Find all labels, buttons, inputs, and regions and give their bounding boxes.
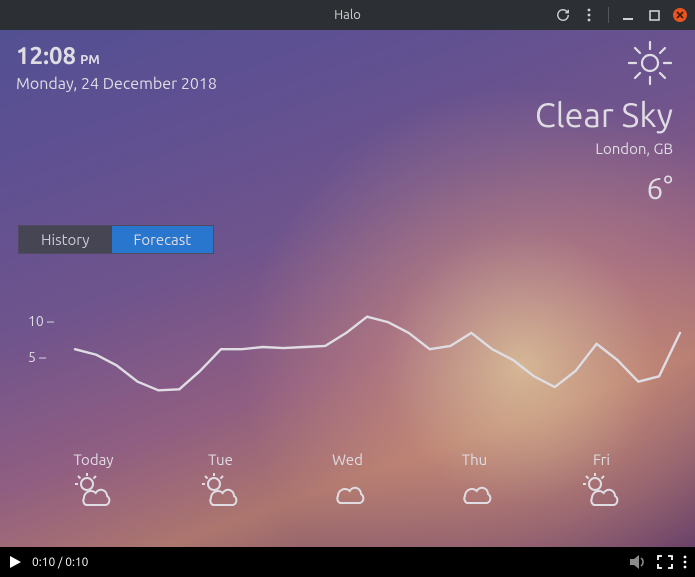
window-controls xyxy=(556,7,687,23)
condition-block: Clear Sky London, GB 6° xyxy=(535,40,673,205)
y-tick-5: 5 – xyxy=(28,349,46,365)
forecast-chart: 10 – 5 – xyxy=(0,275,695,435)
cloud-icon xyxy=(326,472,370,509)
day-label: Wed xyxy=(332,451,363,468)
partly-cloudy-icon xyxy=(580,472,624,509)
day-tue[interactable]: Tue xyxy=(199,451,243,509)
weather-view: 12:08 PM Monday, 24 December 2018 Clear S… xyxy=(0,30,695,547)
day-wed[interactable]: Wed xyxy=(326,451,370,509)
y-tick-10: 10 – xyxy=(28,313,54,329)
window-title: Halo xyxy=(334,8,361,22)
volume-icon[interactable] xyxy=(629,554,647,570)
media-player-bar: 0:10 / 0:10 xyxy=(0,547,695,577)
playback-time: 0:10 / 0:10 xyxy=(32,556,88,569)
cloud-icon xyxy=(453,472,497,509)
divider xyxy=(608,7,609,23)
day-fri[interactable]: Fri xyxy=(580,451,624,509)
kebab-menu-icon[interactable] xyxy=(582,8,596,22)
tab-forecast[interactable]: Forecast xyxy=(112,226,214,253)
time-value: 12:08 xyxy=(16,42,76,69)
current-time: 12:08 PM xyxy=(16,42,217,69)
partly-cloudy-icon xyxy=(199,472,243,509)
kebab-menu-icon[interactable] xyxy=(683,555,687,569)
day-thu[interactable]: Thu xyxy=(453,451,497,509)
fullscreen-button[interactable] xyxy=(657,555,673,569)
partly-cloudy-icon xyxy=(72,472,116,509)
time-meridiem: PM xyxy=(80,53,100,67)
refresh-icon[interactable] xyxy=(556,8,570,22)
tabs: History Forecast xyxy=(18,225,214,254)
maximize-button[interactable] xyxy=(647,8,661,22)
location-text: London, GB xyxy=(535,140,673,157)
tab-history[interactable]: History xyxy=(19,226,112,253)
day-label: Thu xyxy=(462,451,487,468)
temperature-text: 6° xyxy=(535,171,673,205)
day-today[interactable]: Today xyxy=(72,451,116,509)
day-label: Today xyxy=(73,451,113,468)
sun-icon xyxy=(627,40,673,86)
condition-text: Clear Sky xyxy=(535,96,673,134)
day-label: Fri xyxy=(593,451,610,468)
play-button[interactable] xyxy=(8,555,22,569)
datetime-block: 12:08 PM Monday, 24 December 2018 xyxy=(16,42,217,93)
chart-line xyxy=(0,275,695,435)
forecast-days: Today Tue Wed Thu Fri xyxy=(0,451,695,509)
day-label: Tue xyxy=(208,451,233,468)
titlebar: Halo xyxy=(0,0,695,30)
minimize-button[interactable] xyxy=(621,8,635,22)
close-button[interactable] xyxy=(673,8,687,22)
current-date: Monday, 24 December 2018 xyxy=(16,75,217,93)
